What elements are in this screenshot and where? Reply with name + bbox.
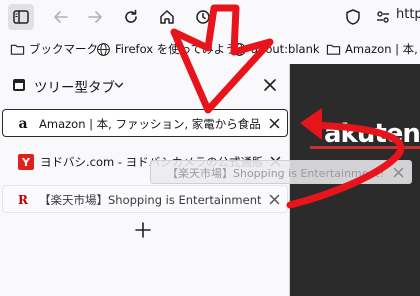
tab-amazon[interactable]: a Amazon | 本, ファッション, 家電から食品まで | アマゾン [2,109,288,137]
home-icon[interactable] [154,4,180,30]
globe-icon [233,42,246,56]
history-icon[interactable] [190,4,216,30]
bookmark-amazon-folder[interactable]: Amazon | 本, ファ [326,40,420,58]
tab-label: 【楽天市場】Shopping is Entertainment! [39,193,261,207]
bookmark-about-blank[interactable]: about:blank [232,40,320,58]
drag-ghost-label: 【楽天市場】Shopping is Entertainment! [167,167,385,180]
back-icon[interactable] [48,4,74,30]
page-info-icon[interactable] [370,4,396,30]
bookmark-firefox[interactable]: Firefox を使ってみよう [96,40,237,58]
sidebar-header: ツリー型タブ [0,64,290,106]
chevron-down-icon[interactable] [114,80,124,90]
folder-icon [326,44,341,55]
globe-icon [97,42,110,56]
close-tab-icon [393,167,404,178]
logo-underline [310,146,420,149]
rakuten-logo: akuten [324,119,420,149]
amazon-favicon-icon: a [18,116,28,132]
bookmarks-bar: ブックマーク Firefox を使ってみよう about:blank Amazo… [0,34,420,64]
bookmark-label: ブックマーク [29,42,98,56]
close-icon[interactable] [262,77,278,93]
drag-ghost-tab: 【楽天市場】Shopping is Entertainment! [150,160,412,184]
close-tab-icon[interactable] [268,117,281,130]
bookmark-label: Amazon | 本, ファ [345,42,420,56]
bookmark-label: Firefox を使ってみよう [115,42,237,56]
sidebar-toggle-icon[interactable] [8,4,34,30]
url-text[interactable]: http [396,7,420,22]
new-tab-plus-icon[interactable] [134,221,152,239]
forward-icon[interactable] [82,4,108,30]
tab-rakuten[interactable]: R 【楽天市場】Shopping is Entertainment! [2,185,288,213]
tree-tabs-icon [13,79,25,91]
close-tab-icon[interactable] [268,193,281,206]
shield-icon[interactable] [340,4,366,30]
folder-icon [10,44,25,55]
browser-window: { "toolbar": { "url_text": "http" }, "bo… [0,0,420,296]
yodobashi-favicon-icon: Y [18,154,34,170]
reload-icon[interactable] [118,4,144,30]
tab-label: Amazon | 本, ファッション, 家電から食品まで | アマゾン [39,117,261,131]
toolbar: http [0,0,420,34]
bookmark-label: about:blank [251,42,320,56]
bookmark-folder[interactable]: ブックマーク [10,40,98,58]
rakuten-favicon-icon: R [18,193,28,207]
sidebar-title[interactable]: ツリー型タブ [34,76,115,96]
